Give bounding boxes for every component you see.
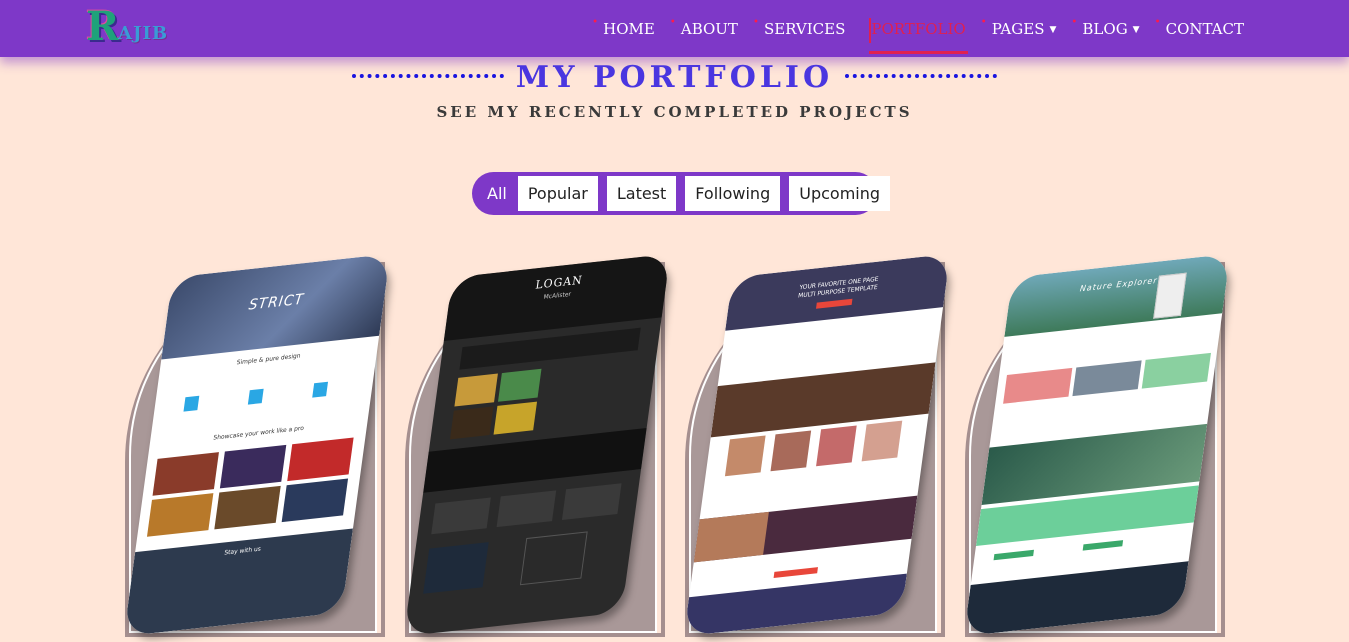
nav-label: CONTACT: [1165, 20, 1244, 38]
nav-dot-icon: •: [752, 17, 759, 28]
portfolio-card[interactable]: LOGAN McAlister: [403, 253, 671, 642]
nav-label: SERVICES: [763, 20, 846, 38]
portfolio-card[interactable]: STRICT Simple & pure design Showcase you…: [123, 253, 391, 642]
feature-tile: [1141, 352, 1211, 389]
active-underline: [869, 51, 968, 54]
cta-button: [773, 567, 818, 578]
nav-dot-icon: •: [1071, 17, 1078, 28]
blog-tile: [423, 542, 489, 594]
nav-item-services[interactable]: • SERVICES: [750, 18, 857, 40]
cta-button: [993, 549, 1034, 561]
preview-gallery: [710, 362, 936, 438]
logo-text: AJIB: [118, 23, 169, 44]
gallery-tile: [219, 444, 287, 489]
nav-item-pages[interactable]: • PAGES ▼: [978, 18, 1069, 40]
team-photo: [770, 430, 812, 472]
nav-item-about[interactable]: • ABOUT: [667, 18, 750, 40]
feature-tile: [1072, 360, 1142, 397]
nav-item-home[interactable]: • HOME: [589, 18, 667, 40]
portfolio-card[interactable]: Nature Explorer: [963, 253, 1231, 642]
nav-dot-icon: •: [669, 17, 676, 28]
logo-letter: R: [86, 3, 120, 50]
site-logo[interactable]: R AJIB: [80, 3, 190, 51]
filter-latest[interactable]: Latest: [606, 176, 677, 211]
pricing-tile: [496, 490, 557, 528]
title-dots-left: [351, 70, 504, 78]
team-photo: [724, 435, 766, 477]
nav-item-blog[interactable]: • BLOG ▼: [1068, 18, 1151, 40]
testimonial-photo: [693, 511, 769, 563]
caret-down-icon: ▼: [1132, 25, 1140, 35]
navbar: R AJIB • HOME • ABOUT • SERVICES PORTFOL…: [0, 0, 1349, 57]
gallery-tile: [497, 368, 542, 402]
team-photo: [861, 420, 903, 462]
nav-label: HOME: [603, 20, 655, 38]
nav-label: ABOUT: [680, 20, 738, 38]
nav-item-contact[interactable]: • CONTACT: [1152, 18, 1256, 40]
gallery-tile: [152, 452, 219, 496]
portfolio-card[interactable]: YOUR FAVORITE ONE PAGE MULTI PURPOSE TEM…: [683, 253, 951, 642]
nav-dot-icon: •: [592, 17, 599, 28]
gallery-tile: [287, 437, 354, 482]
section-subtitle: SEE MY RECENTLY COMPLETED PROJECTS: [436, 103, 913, 121]
title-dots-right: [845, 70, 998, 78]
filter-following[interactable]: Following: [685, 176, 781, 211]
nav-item-portfolio[interactable]: PORTFOLIO: [857, 18, 977, 54]
cta-button: [1082, 540, 1124, 551]
feature-tile: [1003, 367, 1073, 404]
pricing-tile: [431, 497, 491, 535]
nav-label: PORTFOLIO: [871, 20, 966, 38]
feature-icon: [247, 388, 264, 405]
filter-upcoming[interactable]: Upcoming: [789, 176, 891, 211]
nav-dot-icon: •: [1154, 17, 1161, 28]
nav-dot-icon: •: [980, 17, 987, 28]
gallery-tile: [146, 493, 214, 537]
section-title: MY PORTFOLIO: [0, 60, 1349, 95]
feature-icon: [183, 395, 200, 412]
active-bar: [869, 18, 872, 43]
pricing-tile: [561, 483, 622, 521]
filter-all[interactable]: All: [477, 176, 518, 211]
nav-label: PAGES: [991, 20, 1045, 38]
gallery-tile: [454, 373, 498, 407]
team-photo: [816, 425, 857, 467]
gallery-tile: [281, 478, 349, 523]
blog-tile: [519, 531, 588, 586]
feature-icon: [312, 381, 329, 398]
nav-menu: • HOME • ABOUT • SERVICES PORTFOLIO • PA…: [589, 18, 1256, 54]
title-text: MY PORTFOLIO: [515, 60, 834, 95]
nav-label: BLOG: [1082, 20, 1128, 38]
gallery-tile: [493, 401, 538, 435]
portfolio-filter: All Popular Latest Following Upcoming: [472, 172, 891, 215]
gallery-tile: [214, 485, 281, 530]
filter-popular[interactable]: Popular: [517, 176, 598, 211]
caret-down-icon: ▼: [1049, 25, 1057, 35]
gallery-tile: [449, 406, 494, 440]
